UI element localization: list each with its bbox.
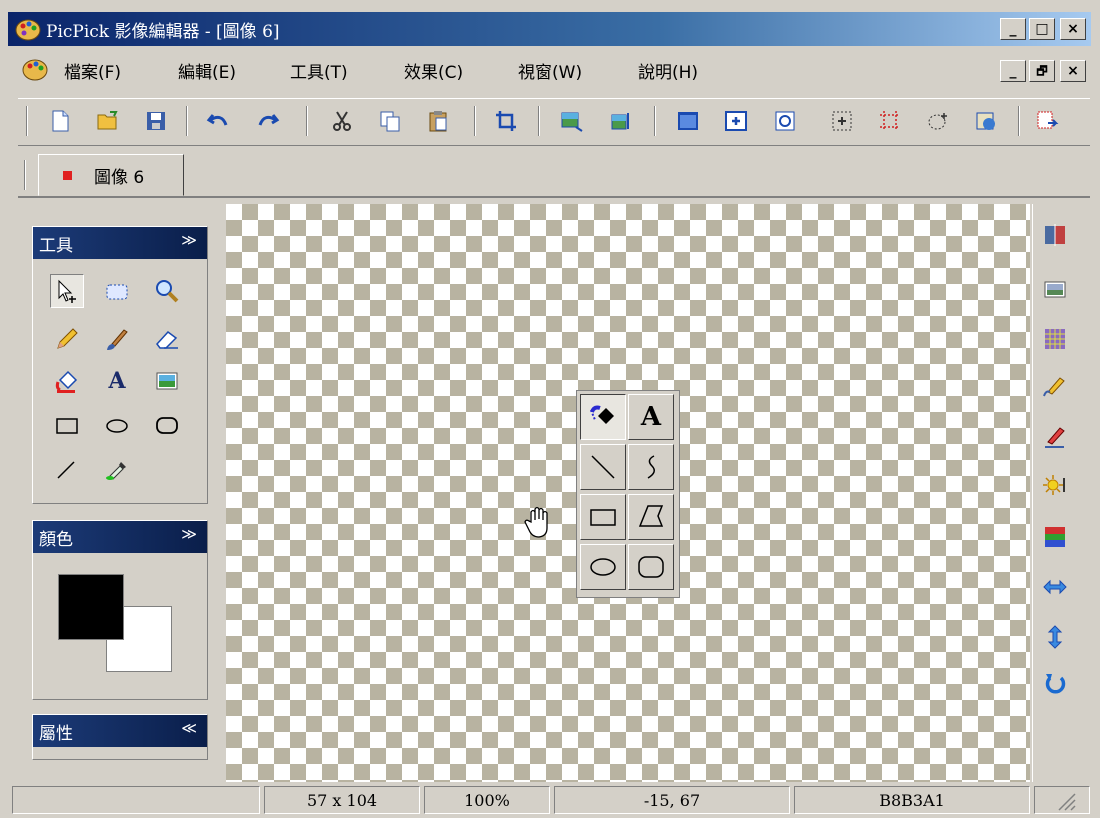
open-icon[interactable] xyxy=(96,109,120,133)
toolbar-separator xyxy=(306,106,308,136)
rect-select-tool-icon[interactable] xyxy=(100,274,134,308)
properties-panel-title: 屬性 xyxy=(39,724,73,744)
status-pixel-color: B8B3A1 xyxy=(794,786,1030,814)
document-tab[interactable]: 圖像 6 xyxy=(38,154,184,196)
palette-polygon-icon[interactable] xyxy=(628,494,674,540)
palette-ellipse-icon[interactable] xyxy=(580,544,626,590)
expand-chevron-icon[interactable]: ≪ xyxy=(181,719,197,737)
brightness-icon[interactable] xyxy=(1042,472,1068,498)
export-icon[interactable] xyxy=(1036,109,1060,133)
window-title: PicPick 影像編輯器 - [圖像 6] xyxy=(46,22,280,42)
tools-panel-title: 工具 xyxy=(39,236,73,256)
color-panel-title: 顏色 xyxy=(39,530,73,550)
properties-panel-header[interactable]: 屬性 ≪ xyxy=(33,715,207,747)
undo-icon[interactable] xyxy=(206,109,230,133)
status-zoom: 100% xyxy=(424,786,550,814)
palette-line-icon[interactable] xyxy=(580,444,626,490)
paste-icon[interactable] xyxy=(426,109,450,133)
menu-window[interactable]: 視窗(W) xyxy=(518,58,582,83)
line-tool-icon[interactable] xyxy=(50,452,84,486)
status-cursor-position: -15, 67 xyxy=(554,786,790,814)
status-image-size: 57 x 104 xyxy=(264,786,420,814)
select-tool-icon[interactable] xyxy=(50,274,84,308)
tab-status-icon xyxy=(63,170,72,180)
properties-panel: 屬性 ≪ xyxy=(32,714,208,760)
hand-cursor-icon xyxy=(522,504,556,542)
flip-vertical-icon[interactable] xyxy=(1042,624,1068,650)
toolbar-separator xyxy=(474,106,476,136)
menu-effects[interactable]: 效果(C) xyxy=(404,58,463,83)
resize-grip-icon[interactable] xyxy=(1034,786,1090,814)
image-resize-icon[interactable] xyxy=(560,109,584,133)
status-message xyxy=(12,786,260,814)
ellipse-tool-icon[interactable] xyxy=(100,408,134,442)
doc-close-button[interactable]: × xyxy=(1060,60,1086,82)
color-balance-icon[interactable] xyxy=(1042,524,1068,550)
palette-rounded-rect-icon[interactable] xyxy=(628,544,674,590)
collapse-chevron-icon[interactable]: ≫ xyxy=(181,525,197,543)
pencil-tool-icon[interactable] xyxy=(50,322,84,356)
mosaic-icon[interactable] xyxy=(1042,326,1068,352)
redo-icon[interactable] xyxy=(256,109,280,133)
color-panel-header[interactable]: 顏色 ≫ xyxy=(33,521,207,553)
capture-fixed-region-icon[interactable] xyxy=(878,109,902,133)
foreground-color-swatch[interactable] xyxy=(58,574,124,640)
minimize-button[interactable]: _ xyxy=(1000,18,1026,40)
text-tool-icon[interactable]: A xyxy=(100,364,134,398)
capture-scroll-icon[interactable] xyxy=(774,109,798,133)
zoom-tool-icon[interactable] xyxy=(150,274,184,308)
palette-curve-icon[interactable] xyxy=(628,444,674,490)
cut-icon[interactable] xyxy=(330,109,354,133)
capture-repeat-icon[interactable] xyxy=(974,109,998,133)
rectangle-tool-icon[interactable] xyxy=(50,408,84,442)
brush-tool-icon[interactable] xyxy=(100,322,134,356)
maximize-button[interactable]: □ xyxy=(1029,18,1055,40)
palette-text-icon[interactable]: A xyxy=(628,394,674,440)
capture-fullscreen-icon[interactable] xyxy=(676,109,700,133)
toolbar-separator xyxy=(538,106,540,136)
close-button[interactable]: × xyxy=(1060,18,1086,40)
eraser-tool-icon[interactable] xyxy=(150,322,184,356)
color-adjust-icon[interactable] xyxy=(1042,424,1068,450)
menu-help[interactable]: 說明(H) xyxy=(638,58,698,83)
crop-icon[interactable] xyxy=(494,109,518,133)
menu-file[interactable]: 檔案(F) xyxy=(64,58,121,83)
toolbar-separator xyxy=(186,106,188,136)
doc-minimize-button[interactable]: _ xyxy=(1000,60,1026,82)
menu-edit[interactable]: 編輯(E) xyxy=(178,58,236,83)
flip-image-icon[interactable] xyxy=(1042,222,1068,248)
image-properties-icon[interactable] xyxy=(1042,276,1068,302)
toolbar-separator xyxy=(654,106,656,136)
capture-window-icon[interactable] xyxy=(724,109,748,133)
rounded-rect-tool-icon[interactable] xyxy=(150,408,184,442)
doc-restore-button[interactable]: 🗗 xyxy=(1029,60,1055,82)
copy-icon[interactable] xyxy=(378,109,402,133)
tab-strip-grip xyxy=(24,160,26,190)
capture-region-icon[interactable] xyxy=(830,109,854,133)
save-icon[interactable] xyxy=(144,109,168,133)
color-picker-tool-icon[interactable] xyxy=(100,452,134,486)
fill-tool-icon[interactable] xyxy=(50,364,84,398)
new-icon[interactable] xyxy=(48,109,72,133)
rotate-icon[interactable] xyxy=(1042,670,1068,696)
palette-rectangle-icon[interactable] xyxy=(580,494,626,540)
doc-menu-icon[interactable] xyxy=(20,54,50,84)
capture-freehand-icon[interactable] xyxy=(926,109,950,133)
app-icon xyxy=(14,15,42,43)
tab-label: 圖像 6 xyxy=(94,167,145,188)
toolbar-grip xyxy=(26,106,28,136)
menu-tools[interactable]: 工具(T) xyxy=(290,58,348,83)
flip-horizontal-icon[interactable] xyxy=(1042,574,1068,600)
image-tool-icon[interactable] xyxy=(150,364,184,398)
image-rotate-icon[interactable] xyxy=(608,109,632,133)
tools-panel-header[interactable]: 工具 ≫ xyxy=(33,227,207,259)
sharpen-icon[interactable] xyxy=(1042,372,1068,398)
collapse-chevron-icon[interactable]: ≫ xyxy=(181,231,197,249)
palette-fill-icon[interactable] xyxy=(580,394,626,440)
toolbar-separator xyxy=(1018,106,1020,136)
